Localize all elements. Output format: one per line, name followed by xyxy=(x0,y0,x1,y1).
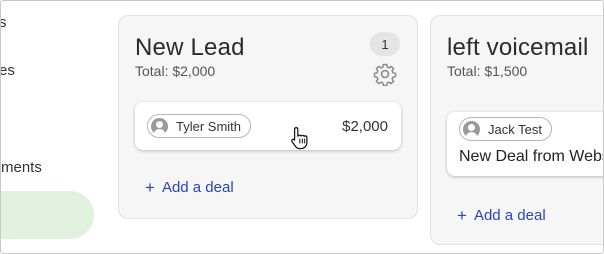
owner-name: Tyler Smith xyxy=(176,118,242,134)
plus-icon: + xyxy=(145,178,155,197)
add-deal-button[interactable]: + Add a deal xyxy=(457,207,546,224)
add-deal-label: Add a deal xyxy=(161,179,234,196)
pipeline-column-new-lead: New Lead Total: $2,000 1 Tyler Smith $2,… xyxy=(118,15,418,219)
pipeline-board: s es ments New Lead Total: $2,000 1 Tyle… xyxy=(0,0,604,254)
user-avatar-icon xyxy=(151,117,168,135)
add-deal-label: Add a deal xyxy=(473,207,546,224)
deal-card[interactable]: Jack Test New Deal from Website xyxy=(447,112,603,176)
column-total: Total: $2,000 xyxy=(135,63,216,79)
gear-icon[interactable] xyxy=(373,62,397,86)
add-deal-button[interactable]: + Add a deal xyxy=(145,179,234,196)
column-title: New Lead xyxy=(135,34,245,61)
deal-amount: $2,000 xyxy=(342,118,388,135)
sidebar-item-label[interactable]: ments xyxy=(1,159,42,176)
deal-card[interactable]: Tyler Smith $2,000 xyxy=(135,102,401,150)
deal-title: New Deal from Website xyxy=(459,148,603,165)
owner-pill[interactable]: Jack Test xyxy=(459,117,552,141)
pipeline-column-left-voicemail: left voicemail Total: $1,500 Jack Test N… xyxy=(430,15,603,245)
deal-count-badge: 1 xyxy=(370,32,400,56)
owner-pill[interactable]: Tyler Smith xyxy=(147,114,252,138)
user-avatar-icon xyxy=(463,120,480,138)
column-title: left voicemail xyxy=(447,34,589,61)
owner-name: Jack Test xyxy=(488,121,542,137)
column-total: Total: $1,500 xyxy=(447,63,528,79)
hand-pointer-cursor xyxy=(291,127,308,150)
sidebar-active-item[interactable] xyxy=(1,191,94,239)
sidebar-item-label[interactable]: s xyxy=(1,14,7,31)
sidebar-item-label[interactable]: es xyxy=(1,62,15,79)
plus-icon: + xyxy=(457,206,467,225)
